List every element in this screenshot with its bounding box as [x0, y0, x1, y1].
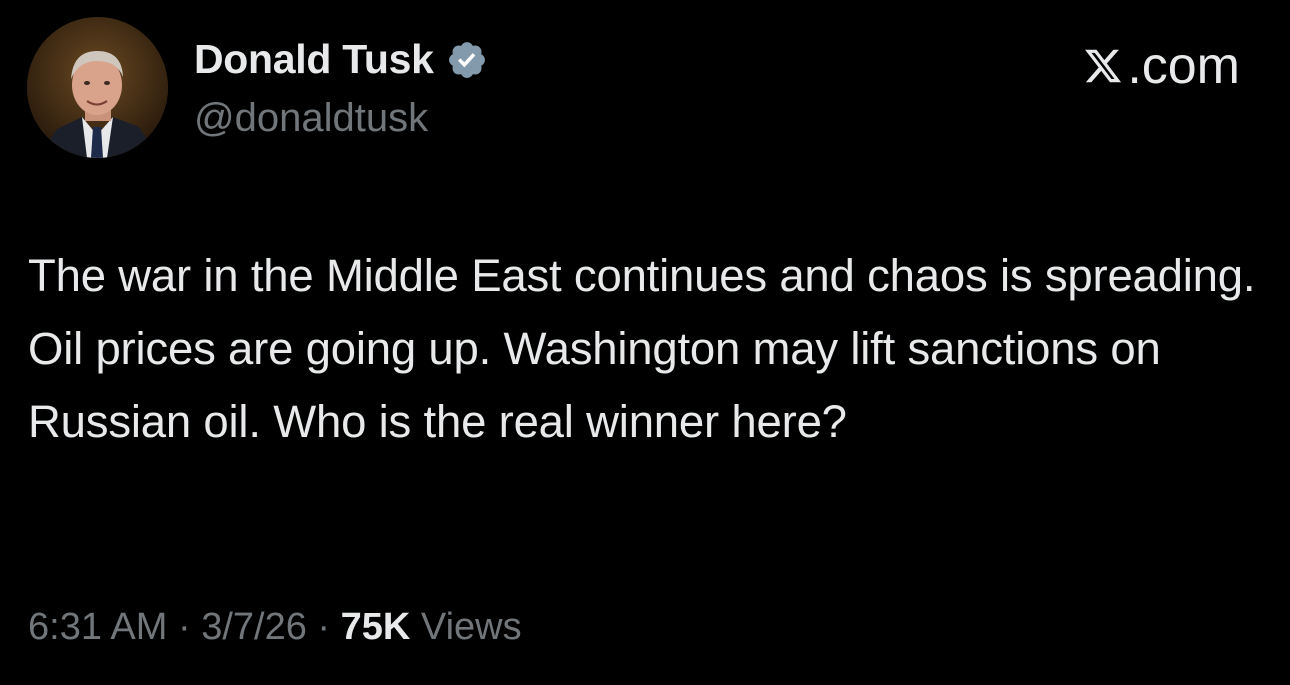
tweet-meta: 6:31 AM · 3/7/26 · 75K Views: [28, 606, 522, 649]
x-com-brand[interactable]: .com: [1083, 36, 1240, 96]
author-name[interactable]: Donald Tusk: [194, 36, 488, 83]
meta-separator-2: ·: [317, 606, 331, 648]
verified-badge-icon: [448, 41, 485, 78]
meta-separator: ·: [177, 606, 191, 648]
author-name-text: Donald Tusk: [194, 36, 434, 82]
tweet-text: The war in the Middle East continues and…: [28, 250, 1256, 447]
tweet-time[interactable]: 6:31 AM: [28, 606, 167, 648]
x-logo-icon: [1085, 49, 1122, 83]
views-label: Views: [420, 606, 522, 648]
tweet-date[interactable]: 3/7/26: [201, 606, 307, 648]
avatar-portrait-image: [27, 17, 168, 158]
avatar[interactable]: [27, 17, 168, 158]
brand-domain-label: .com: [1127, 37, 1240, 95]
views-count[interactable]: 75K: [341, 606, 411, 648]
author-handle[interactable]: @donaldtusk: [194, 96, 428, 141]
